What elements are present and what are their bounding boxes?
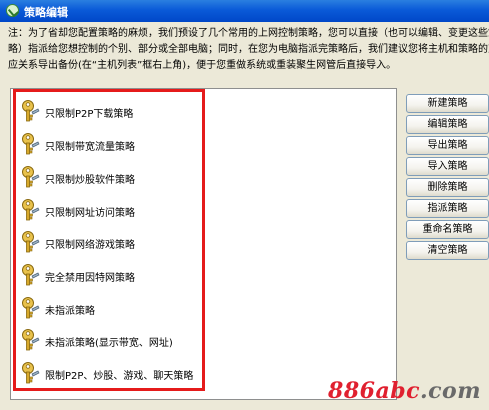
edit-policy-button[interactable]: 编辑策略 [406, 115, 489, 134]
assign-policy-button[interactable]: 指派策略 [406, 199, 489, 218]
clear-policy-button[interactable]: 清空策略 [406, 241, 489, 260]
key-icon [22, 297, 40, 319]
list-item-policy[interactable]: 未指派策略(显示带宽、网址) [20, 326, 200, 354]
list-item-policy[interactable]: 未指派策略 [20, 294, 200, 322]
policy-label: 只限制带宽流量策略 [45, 142, 135, 153]
note-line: 注：为了省却您配置策略的麻烦，我们预设了几个常用的上网控制策略，您可以直接（也可… [8, 28, 489, 39]
list-item-policy[interactable]: 只限制网址访问策略 [20, 196, 200, 224]
policy-label: 未指派策略 [45, 306, 95, 317]
note-line: 略）指派给您想控制的个别、部分或全部电脑；同时，在您为电脑指派完策略后，我们建议… [8, 44, 489, 55]
policy-label: 只限制网络游戏策略 [45, 240, 135, 251]
new-policy-button[interactable]: 新建策略 [406, 94, 489, 113]
watermark-domain: .com [419, 378, 481, 404]
list-item-policy[interactable]: 只限制带宽流量策略 [20, 130, 200, 158]
list-item-policy[interactable]: 只限制炒股软件策略 [20, 163, 200, 191]
title-bar[interactable]: 策略编辑 [0, 0, 489, 22]
key-icon [22, 199, 40, 221]
watermark: 886abc.com [328, 378, 481, 404]
key-icon [22, 166, 40, 188]
key-icon [22, 362, 40, 384]
policy-label: 完全禁用因特网策略 [45, 273, 135, 284]
delete-policy-button[interactable]: 删除策略 [406, 178, 489, 197]
key-icon [22, 100, 40, 122]
list-item-policy[interactable]: 只限制P2P下载策略 [20, 97, 200, 125]
rename-policy-button[interactable]: 重命名策略 [406, 220, 489, 239]
note-text: 注：为了省却您配置策略的麻烦，我们预设了几个常用的上网控制策略，您可以直接（也可… [8, 26, 489, 74]
policy-label: 未指派策略(显示带宽、网址) [45, 338, 173, 349]
window-title: 策略编辑 [24, 6, 68, 19]
key-icon [22, 264, 40, 286]
policy-label: 限制P2P、炒股、游戏、聊天策略 [45, 371, 194, 382]
list-item-policy[interactable]: 限制P2P、炒股、游戏、聊天策略 [20, 359, 200, 387]
key-icon [22, 231, 40, 253]
app-icon [6, 4, 19, 17]
watermark-site: 886abc [328, 378, 420, 404]
key-icon [22, 133, 40, 155]
policy-label: 只限制网址访问策略 [45, 208, 135, 219]
note-line: 应关系导出备份(在“主机列表”框右上角)，便于您重做系统或重装聚生网管后直接导入… [8, 60, 397, 71]
policy-label: 只限制P2P下载策略 [45, 109, 134, 120]
key-icon [22, 329, 40, 351]
import-policy-button[interactable]: 导入策略 [406, 157, 489, 176]
list-item-policy[interactable]: 完全禁用因特网策略 [20, 261, 200, 289]
export-policy-button[interactable]: 导出策略 [406, 136, 489, 155]
list-item-policy[interactable]: 只限制网络游戏策略 [20, 228, 200, 256]
policy-label: 只限制炒股软件策略 [45, 175, 135, 186]
